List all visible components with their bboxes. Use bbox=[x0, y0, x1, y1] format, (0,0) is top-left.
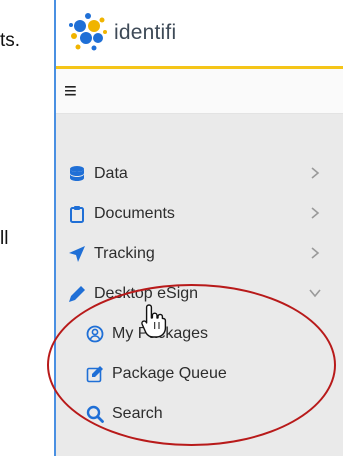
chevron-right-icon bbox=[311, 167, 320, 179]
nav-item-desktop-esign[interactable]: Desktop eSign bbox=[56, 274, 343, 314]
hand-pointer-cursor-icon bbox=[141, 304, 167, 338]
nav-subitem-label: Search bbox=[112, 405, 163, 422]
nav-subitem-package-queue[interactable]: Package Queue bbox=[56, 354, 343, 394]
nav-subitem-label: Package Queue bbox=[112, 365, 227, 382]
nav-item-label: Data bbox=[94, 165, 128, 182]
nav-item-label: Documents bbox=[94, 205, 175, 222]
search-icon bbox=[86, 405, 104, 423]
brand-name: identifi bbox=[114, 21, 177, 44]
chevron-right-icon bbox=[311, 247, 320, 259]
nav-menu: Data Documents Tracking Desktop eSign My… bbox=[47, 114, 343, 456]
nav-item-data[interactable]: Data bbox=[56, 154, 343, 194]
logo-header: identifi bbox=[56, 0, 343, 66]
sidebar-panel: identifi ≡ Data Documents Tracking Deskt… bbox=[47, 0, 343, 456]
nav-item-label: Desktop eSign bbox=[94, 285, 199, 302]
database-icon bbox=[70, 166, 84, 181]
chevron-down-icon bbox=[309, 289, 321, 298]
edit-icon bbox=[86, 366, 103, 383]
clipboard-icon bbox=[70, 206, 84, 223]
nav-item-label: Tracking bbox=[94, 245, 155, 262]
nav-item-tracking[interactable]: Tracking bbox=[56, 234, 343, 274]
nav-subitem-search[interactable]: Search bbox=[56, 394, 343, 434]
user-circle-icon bbox=[86, 325, 104, 343]
identifi-logo-icon bbox=[67, 11, 109, 53]
nav-subitem-my-packages[interactable]: My Packages bbox=[56, 314, 343, 354]
hamburger-menu-icon[interactable]: ≡ bbox=[64, 80, 77, 102]
background-text: ts. bbox=[0, 30, 21, 51]
pencil-icon bbox=[69, 286, 85, 302]
toolbar: ≡ bbox=[56, 69, 343, 114]
nav-item-documents[interactable]: Documents bbox=[56, 194, 343, 234]
location-arrow-icon bbox=[69, 246, 85, 262]
background-text: ll bbox=[0, 228, 9, 249]
chevron-right-icon bbox=[311, 207, 320, 219]
